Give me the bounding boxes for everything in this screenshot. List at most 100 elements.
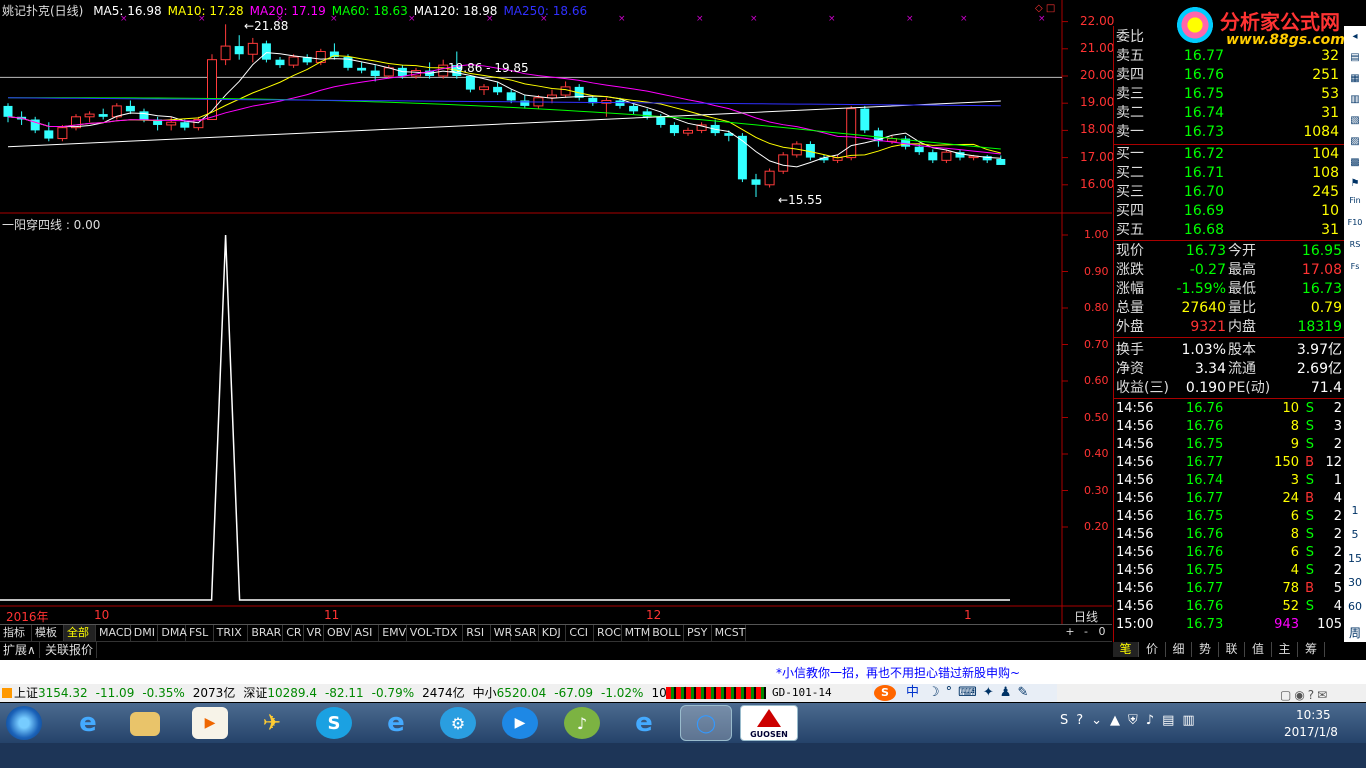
candle-body[interactable] bbox=[751, 179, 761, 185]
index-item[interactable]: 深证10289.4 -82.11 -0.79% 2474亿 bbox=[243, 686, 464, 700]
candle-body[interactable] bbox=[683, 129, 693, 134]
sogou-ime-toolbar[interactable]: S 中 ☽°⌨✦♟✎ bbox=[872, 684, 1057, 702]
index-item[interactable]: 中小6520.04-67.09-1.02%1010亿 bbox=[473, 686, 694, 700]
indicator-tab[interactable]: BRAR bbox=[248, 625, 284, 641]
indicator-tab[interactable]: EMV bbox=[379, 625, 407, 641]
candle-body[interactable] bbox=[928, 152, 938, 161]
side-label[interactable]: RS bbox=[1347, 238, 1363, 252]
ask-row[interactable]: 卖五 16.77 32 bbox=[1114, 47, 1344, 66]
candle-body[interactable] bbox=[166, 121, 177, 126]
indicator-tab[interactable]: KDJ bbox=[539, 625, 567, 641]
index-expand-icon[interactable] bbox=[2, 688, 12, 698]
candle-body[interactable] bbox=[261, 43, 271, 60]
panel-tab[interactable]: 势 bbox=[1193, 642, 1219, 657]
candle-body[interactable] bbox=[234, 46, 244, 55]
indicator-tab[interactable]: CCI bbox=[566, 625, 594, 641]
ask-row[interactable]: 卖三 16.75 53 bbox=[1114, 85, 1344, 104]
bid-row[interactable]: 买一 16.72 104 bbox=[1114, 145, 1344, 164]
candle-body[interactable] bbox=[996, 158, 1006, 165]
ask-row[interactable]: 卖一 16.73 1084 bbox=[1114, 123, 1344, 142]
panel-more[interactable]: 周 bbox=[1347, 626, 1363, 640]
indicator-tab[interactable]: FSL bbox=[186, 625, 214, 641]
period-number[interactable]: 15 bbox=[1347, 552, 1363, 566]
candle-body[interactable] bbox=[493, 86, 503, 93]
candle-body[interactable] bbox=[547, 94, 557, 99]
candle-body[interactable] bbox=[669, 124, 679, 134]
panel-tab[interactable]: 主 bbox=[1272, 642, 1298, 657]
panel-tab[interactable]: 价 bbox=[1140, 642, 1166, 657]
folder-icon[interactable] bbox=[130, 712, 160, 736]
indicator-tab[interactable]: MCST bbox=[712, 625, 747, 641]
candle-body[interactable] bbox=[656, 116, 666, 125]
side-label[interactable]: Fin bbox=[1347, 194, 1363, 208]
side-label[interactable]: Fs bbox=[1347, 260, 1363, 274]
tool-icon[interactable]: ▦ bbox=[1347, 72, 1363, 86]
indicator-tab[interactable]: VOL-TDX bbox=[407, 625, 464, 641]
indicator-tab[interactable]: OBV bbox=[324, 625, 352, 641]
indicator-tab[interactable]: TRIX bbox=[214, 625, 249, 641]
skype-icon[interactable]: S bbox=[316, 707, 352, 739]
tool-icon[interactable]: ▩ bbox=[1347, 156, 1363, 170]
candle-body[interactable] bbox=[370, 70, 380, 76]
media-icon[interactable]: ▶ bbox=[192, 707, 228, 739]
candle-body[interactable] bbox=[247, 42, 258, 55]
side-label[interactable]: F10 bbox=[1347, 216, 1363, 230]
player-icon[interactable]: ▶ bbox=[502, 707, 538, 739]
candle-body[interactable] bbox=[764, 170, 775, 186]
indicator-tab[interactable]: WR bbox=[491, 625, 512, 641]
ask-row[interactable]: 卖四 16.76 251 bbox=[1114, 66, 1344, 85]
ask-row[interactable]: 卖二 16.74 31 bbox=[1114, 104, 1344, 123]
candle-body[interactable] bbox=[3, 105, 13, 117]
candle-body[interactable] bbox=[560, 86, 571, 96]
candle-body[interactable] bbox=[84, 113, 95, 118]
indicator-tab[interactable]: SAR bbox=[511, 625, 539, 641]
tray-icons[interactable]: S?⌄▲⛨♪▤▥ bbox=[1060, 713, 1203, 728]
status-icons[interactable]: ▢◉?✉ bbox=[1280, 686, 1330, 704]
candle-body[interactable] bbox=[98, 114, 108, 117]
extension-tab[interactable]: 扩展∧ bbox=[0, 642, 40, 658]
period-label[interactable]: 日线 bbox=[1074, 608, 1098, 625]
indicator-tab[interactable]: MACD bbox=[96, 625, 132, 641]
indicator-tab[interactable]: 指标 bbox=[0, 625, 32, 641]
candle-body[interactable] bbox=[778, 154, 789, 172]
candle-body[interactable] bbox=[846, 108, 857, 159]
cloud-icon[interactable]: ⚙ bbox=[440, 707, 476, 739]
bid-row[interactable]: 买四 16.69 10 bbox=[1114, 202, 1344, 221]
indicator-tab[interactable]: BOLL bbox=[649, 625, 684, 641]
clock-date[interactable]: 2017/1/8 bbox=[1284, 725, 1338, 739]
candle-body[interactable] bbox=[615, 100, 625, 106]
ie-icon[interactable]: e bbox=[70, 707, 106, 739]
period-number[interactable]: 1 bbox=[1347, 504, 1363, 518]
panel-tab[interactable]: 联 bbox=[1219, 642, 1245, 657]
candle-body[interactable] bbox=[629, 105, 639, 112]
indicator-tab[interactable]: MTM bbox=[622, 625, 650, 641]
indicator-tab[interactable]: ROC bbox=[594, 625, 622, 641]
bid-row[interactable]: 买五 16.68 31 bbox=[1114, 221, 1344, 240]
candle-body[interactable] bbox=[914, 146, 924, 153]
indicator-nav-button[interactable]: - bbox=[1078, 625, 1094, 638]
candle-body[interactable] bbox=[479, 86, 489, 91]
period-number[interactable]: 60 bbox=[1347, 600, 1363, 614]
period-number[interactable]: 5 bbox=[1347, 528, 1363, 542]
candle-body[interactable] bbox=[44, 130, 54, 139]
kline-chart[interactable]: × × × × × × × × × × × × × × bbox=[0, 0, 1112, 624]
ime-tools-icons[interactable]: ☽°⌨✦♟✎ bbox=[928, 684, 1034, 702]
ie-icon-2[interactable]: e bbox=[378, 707, 414, 739]
bid-row[interactable]: 买三 16.70 245 bbox=[1114, 183, 1344, 202]
candle-body[interactable] bbox=[357, 67, 367, 71]
extension-tab[interactable]: 关联报价 bbox=[42, 642, 98, 658]
candle-body[interactable] bbox=[506, 92, 516, 101]
tool-icon[interactable]: ▧ bbox=[1347, 114, 1363, 128]
panel-tab[interactable]: 笔 bbox=[1113, 642, 1139, 657]
candle-body[interactable] bbox=[57, 127, 68, 140]
indicator-tab[interactable]: ASI bbox=[352, 625, 380, 641]
panel-tab[interactable]: 值 bbox=[1246, 642, 1272, 657]
candle-body[interactable] bbox=[520, 100, 530, 106]
start-button[interactable] bbox=[6, 706, 42, 740]
indicator-tab[interactable]: 全部 bbox=[64, 625, 96, 641]
candle-body[interactable] bbox=[220, 45, 231, 61]
browser-icon[interactable]: ◯ bbox=[680, 705, 732, 741]
tool-icon[interactable]: ◂ bbox=[1347, 30, 1363, 44]
index-item[interactable]: 上证3154.32 -11.09 -0.35% 2073亿 bbox=[14, 686, 235, 700]
panel-tab[interactable]: 细 bbox=[1166, 642, 1192, 657]
